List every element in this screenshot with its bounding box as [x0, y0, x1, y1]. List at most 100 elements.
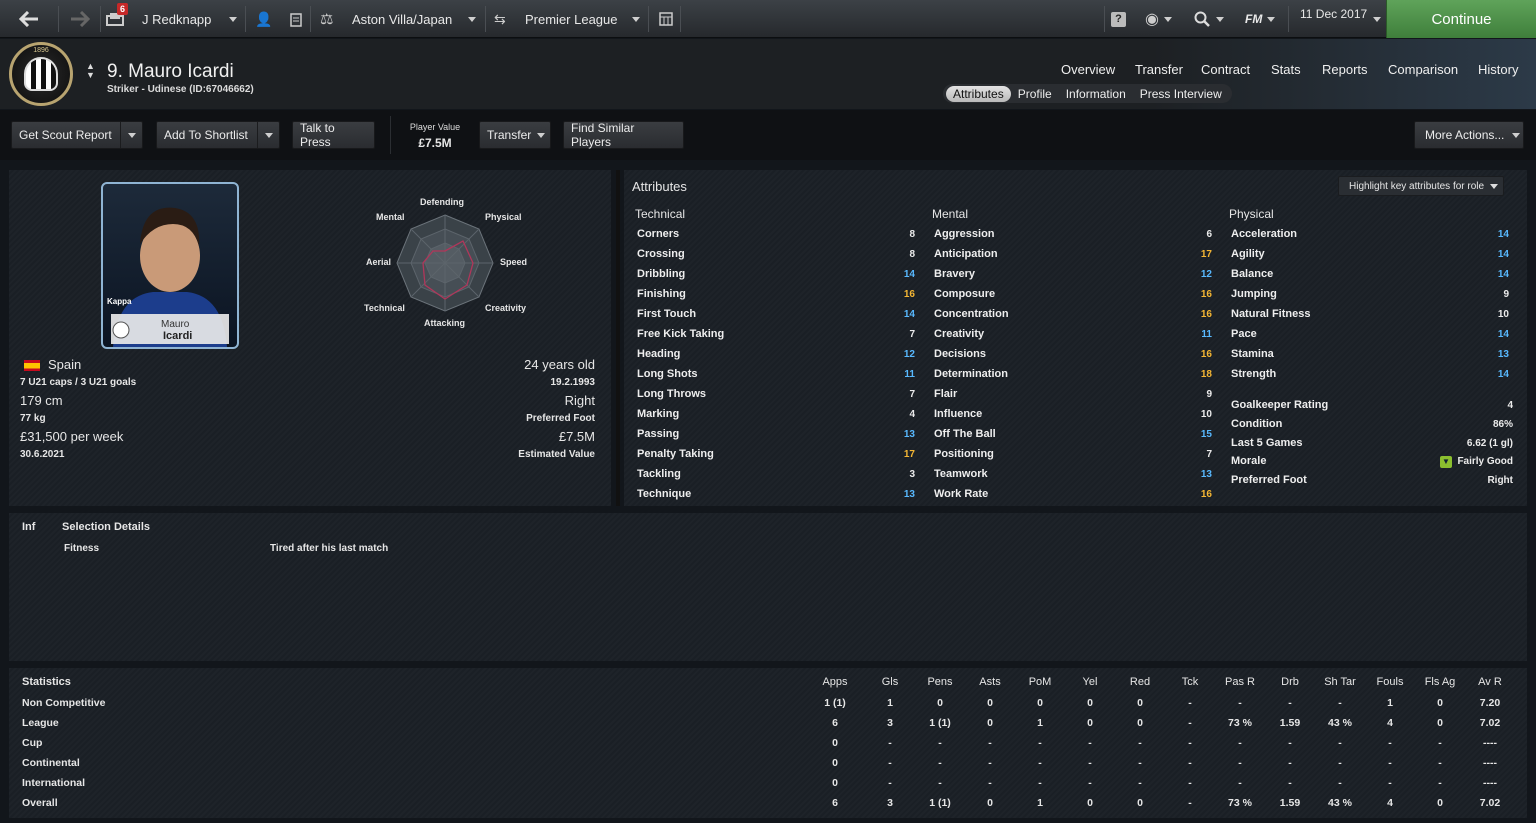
- attribute-name[interactable]: Agility: [1231, 248, 1265, 262]
- attribute-name[interactable]: Acceleration: [1231, 228, 1297, 242]
- highlight-role-dropdown[interactable]: Highlight key attributes for role: [1338, 176, 1504, 196]
- add-to-shortlist-button[interactable]: Add To Shortlist: [156, 121, 280, 149]
- transfer-button[interactable]: Transfer: [479, 121, 551, 149]
- tab-press-interview[interactable]: Press Interview: [1133, 86, 1229, 102]
- tab-information[interactable]: Information: [1059, 86, 1133, 102]
- attribute-name[interactable]: Penalty Taking: [637, 448, 714, 462]
- chevron-down-icon[interactable]: [120, 122, 142, 148]
- continue-button[interactable]: Continue: [1386, 0, 1536, 38]
- stats-column-header[interactable]: Gls: [865, 676, 915, 688]
- tab-profile[interactable]: Profile: [1011, 86, 1059, 102]
- help-button[interactable]: ?: [1111, 0, 1126, 38]
- stats-column-header[interactable]: Yel: [1065, 676, 1115, 688]
- world-button[interactable]: ◉: [1145, 0, 1172, 38]
- subtab-bar: Attributes Profile Information Press Int…: [943, 84, 1232, 103]
- attribute-name[interactable]: Natural Fitness: [1231, 308, 1310, 322]
- forward-button[interactable]: [60, 0, 100, 38]
- find-similar-players-button[interactable]: Find Similar Players: [563, 121, 684, 149]
- attribute-name[interactable]: Bravery: [934, 268, 975, 282]
- attribute-name[interactable]: Flair: [934, 388, 957, 402]
- stats-cell: 4: [1387, 717, 1393, 729]
- stats-column-header[interactable]: Red: [1115, 676, 1165, 688]
- tab-attributes[interactable]: Attributes: [946, 85, 1011, 102]
- attribute-name[interactable]: First Touch: [637, 308, 696, 322]
- attribute-name[interactable]: Pace: [1231, 328, 1257, 342]
- attribute-name[interactable]: Crossing: [637, 248, 685, 262]
- nav-comparison[interactable]: Comparison: [1388, 62, 1458, 77]
- attribute-name[interactable]: Off The Ball: [934, 428, 996, 442]
- nationality[interactable]: Spain: [48, 357, 81, 372]
- competition-menu[interactable]: Premier League: [525, 0, 618, 38]
- attribute-name[interactable]: Positioning: [934, 448, 994, 462]
- attribute-name[interactable]: Jumping: [1231, 288, 1277, 302]
- attribute-name[interactable]: Determination: [934, 368, 1008, 382]
- player-navigator[interactable]: ▲ ▼: [86, 62, 95, 80]
- statistics-title: Statistics: [22, 676, 71, 688]
- nav-history[interactable]: History: [1478, 62, 1518, 77]
- manager-dropdown[interactable]: [229, 0, 237, 38]
- attribute-name[interactable]: Passing: [637, 428, 679, 442]
- calendar-button[interactable]: [659, 0, 673, 38]
- attribute-name[interactable]: Anticipation: [934, 248, 998, 262]
- stats-cell: -: [1088, 737, 1092, 749]
- swap-button[interactable]: ⇆: [494, 0, 506, 38]
- club-dropdown[interactable]: [468, 0, 476, 38]
- attribute-name[interactable]: Creativity: [934, 328, 984, 342]
- attribute-name[interactable]: Strength: [1231, 368, 1276, 382]
- back-button[interactable]: [0, 0, 58, 38]
- nav-stats[interactable]: Stats: [1271, 62, 1301, 77]
- attribute-name[interactable]: Aggression: [934, 228, 995, 242]
- player-value: £7.5M: [418, 136, 452, 150]
- more-actions-button[interactable]: More Actions...: [1414, 121, 1524, 149]
- attribute-name[interactable]: Teamwork: [934, 468, 988, 482]
- attribute-name[interactable]: Influence: [934, 408, 982, 422]
- transfer-label: Transfer: [487, 128, 532, 142]
- stats-column-header[interactable]: PoM: [1015, 676, 1065, 688]
- attribute-name[interactable]: Long Throws: [637, 388, 706, 402]
- club-menu[interactable]: Aston Villa/Japan: [352, 0, 452, 38]
- stats-column-header[interactable]: Tck: [1165, 676, 1215, 688]
- chevron-down-icon[interactable]: [257, 122, 279, 148]
- stats-column-header[interactable]: Pens: [915, 676, 965, 688]
- attribute-name[interactable]: Marking: [637, 408, 679, 422]
- attribute-name[interactable]: Free Kick Taking: [637, 328, 724, 342]
- attribute-name[interactable]: Finishing: [637, 288, 686, 302]
- stats-column-header[interactable]: Apps: [810, 676, 860, 688]
- attribute-name[interactable]: Stamina: [1231, 348, 1274, 362]
- clipboard-button[interactable]: [290, 0, 302, 38]
- nav-overview[interactable]: Overview: [1061, 62, 1115, 77]
- attribute-name[interactable]: Tackling: [637, 468, 681, 482]
- nav-transfer[interactable]: Transfer: [1135, 62, 1183, 77]
- attribute-name[interactable]: Work Rate: [934, 488, 988, 502]
- attribute-name[interactable]: Corners: [637, 228, 679, 242]
- stats-column-header[interactable]: Sh Tar: [1315, 676, 1365, 688]
- attribute-name[interactable]: Heading: [637, 348, 680, 362]
- stats-column-header[interactable]: Fls Ag: [1415, 676, 1465, 688]
- nav-reports[interactable]: Reports: [1322, 62, 1368, 77]
- fm-menu[interactable]: FM: [1245, 0, 1276, 38]
- search-button[interactable]: [1194, 0, 1224, 38]
- date-menu[interactable]: 11 Dec 2017: [1300, 0, 1367, 28]
- scales-button[interactable]: ⚖: [320, 0, 333, 38]
- scout-report-button[interactable]: Get Scout Report: [11, 121, 143, 149]
- attribute-name[interactable]: Concentration: [934, 308, 1009, 322]
- stats-cell: 7.02: [1479, 717, 1501, 729]
- attribute-name[interactable]: Technique: [637, 488, 691, 502]
- stats-column-header[interactable]: Av R: [1465, 676, 1515, 688]
- stats-column-header[interactable]: Drb: [1265, 676, 1315, 688]
- competition-dropdown[interactable]: [632, 0, 640, 38]
- stats-column-header[interactable]: Pas R: [1215, 676, 1265, 688]
- attribute-name[interactable]: Long Shots: [637, 368, 698, 382]
- manager-menu[interactable]: J Redknapp: [142, 0, 211, 38]
- radar-label-mental: Mental: [376, 212, 405, 222]
- attribute-name[interactable]: Balance: [1231, 268, 1273, 282]
- talk-to-press-button[interactable]: Talk to Press: [292, 121, 375, 149]
- date-dropdown[interactable]: [1373, 0, 1381, 38]
- attribute-name[interactable]: Decisions: [934, 348, 986, 362]
- attribute-name[interactable]: Dribbling: [637, 268, 685, 282]
- stats-column-header[interactable]: Fouls: [1365, 676, 1415, 688]
- nav-contract[interactable]: Contract: [1201, 62, 1250, 77]
- stats-column-header[interactable]: Asts: [965, 676, 1015, 688]
- attribute-name[interactable]: Composure: [934, 288, 995, 302]
- staff-button[interactable]: 👤: [255, 0, 272, 38]
